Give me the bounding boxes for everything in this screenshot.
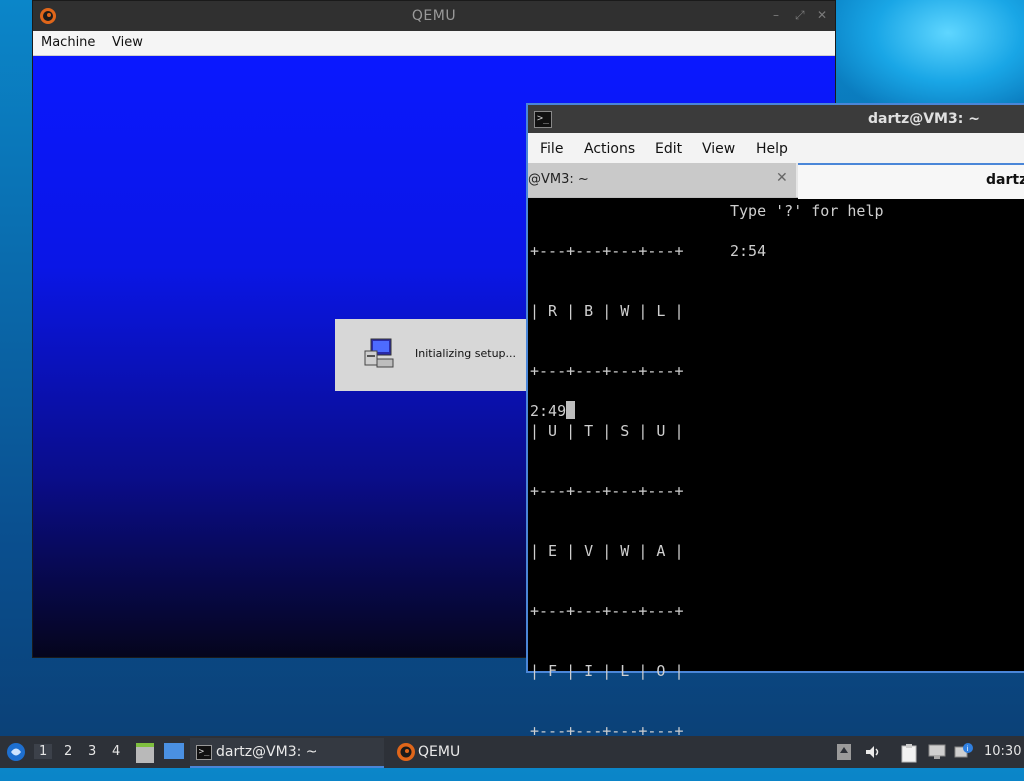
prompt-line: 2:49 — [530, 401, 576, 421]
tab-1[interactable]: @VM3: ~ ✕ — [528, 163, 796, 197]
menu-machine[interactable]: Machine — [41, 35, 95, 50]
tray-up-arrow-icon[interactable] — [836, 743, 852, 761]
letter-grid: +---+---+---+---+ | R | B | W | L | +---… — [530, 201, 684, 781]
grid-row: | F | I | L | O | — [530, 662, 684, 680]
grid-row: +---+---+---+---+ — [530, 242, 684, 260]
setup-computer-icon — [364, 338, 394, 368]
menu-edit[interactable]: Edit — [655, 141, 682, 157]
clock[interactable]: 10:30 — [984, 744, 1021, 759]
workspace-3[interactable]: 3 — [88, 744, 96, 759]
setup-dialog: Initializing setup... — [335, 319, 535, 391]
workspace-2[interactable]: 2 — [64, 744, 72, 759]
start-menu-icon[interactable] — [6, 742, 26, 762]
task-qemu[interactable]: QEMU — [392, 738, 572, 766]
grid-row: +---+---+---+---+ — [530, 482, 684, 500]
close-tab-icon[interactable]: ✕ — [776, 170, 788, 186]
help-hint: Type '?' for help — [730, 202, 884, 220]
terminal-output[interactable]: +---+---+---+---+ | R | B | W | L | +---… — [528, 199, 1024, 740]
update-notifier-icon[interactable]: i — [954, 743, 974, 761]
prompt-timer: 2:49 — [530, 402, 567, 420]
clipboard-icon[interactable] — [900, 743, 918, 763]
tab-label: dartz — [986, 172, 1024, 188]
task-terminal[interactable]: >_ dartz@VM3: ~ — [190, 738, 384, 768]
qemu-icon — [397, 743, 415, 761]
workspace-1[interactable]: 1 — [34, 744, 53, 759]
grid-row: | E | V | W | A | — [530, 542, 684, 560]
maximize-icon[interactable]: ⤢ — [795, 8, 805, 23]
network-icon[interactable] — [928, 743, 946, 761]
desktop-background-glow — [834, 0, 1024, 110]
grid-row: | U | T | S | U | — [530, 422, 684, 440]
menu-view[interactable]: View — [112, 35, 143, 50]
menu-help[interactable]: Help — [756, 141, 788, 157]
tab-2[interactable]: dartz — [798, 163, 1024, 199]
volume-icon[interactable] — [864, 743, 882, 761]
qemu-menubar: Machine View — [33, 31, 835, 56]
terminal-tabbar: @VM3: ~ ✕ dartz — [528, 163, 1024, 199]
workspace-4[interactable]: 4 — [112, 744, 120, 759]
task-label: dartz@VM3: ~ — [216, 744, 318, 760]
menu-file[interactable]: File — [540, 141, 563, 157]
show-desktop-icon[interactable] — [164, 743, 184, 759]
qemu-title: QEMU — [411, 8, 457, 24]
timer-display: 2:54 — [730, 242, 767, 260]
qemu-titlebar[interactable]: QEMU – ⤢ ✕ — [33, 1, 835, 31]
svg-text:i: i — [967, 745, 969, 753]
file-manager-icon[interactable] — [136, 743, 154, 763]
terminal-title: dartz@VM3: ~ — [868, 111, 980, 127]
tab-label: @VM3: ~ — [528, 172, 589, 187]
minimize-icon[interactable]: – — [773, 8, 779, 22]
dialog-message: Initializing setup... — [415, 347, 517, 360]
text-cursor — [566, 401, 576, 419]
terminal-window[interactable]: >_ dartz@VM3: ~ File Actions Edit View H… — [526, 103, 1024, 740]
menu-view[interactable]: View — [702, 141, 735, 157]
taskbar: 1 2 3 4 >_ dartz@VM3: ~ QEMU i 10:30 — [0, 736, 1024, 768]
task-label: QEMU — [418, 744, 461, 760]
terminal-icon: >_ — [196, 745, 212, 760]
grid-row: | R | B | W | L | — [530, 302, 684, 320]
menu-actions[interactable]: Actions — [584, 141, 635, 157]
grid-row: +---+---+---+---+ — [530, 362, 684, 380]
terminal-menubar: File Actions Edit View Help — [528, 133, 1024, 163]
terminal-icon: >_ — [534, 111, 552, 128]
close-icon[interactable]: ✕ — [817, 8, 827, 22]
terminal-titlebar[interactable]: >_ dartz@VM3: ~ — [528, 105, 1024, 133]
grid-row: +---+---+---+---+ — [530, 602, 684, 620]
